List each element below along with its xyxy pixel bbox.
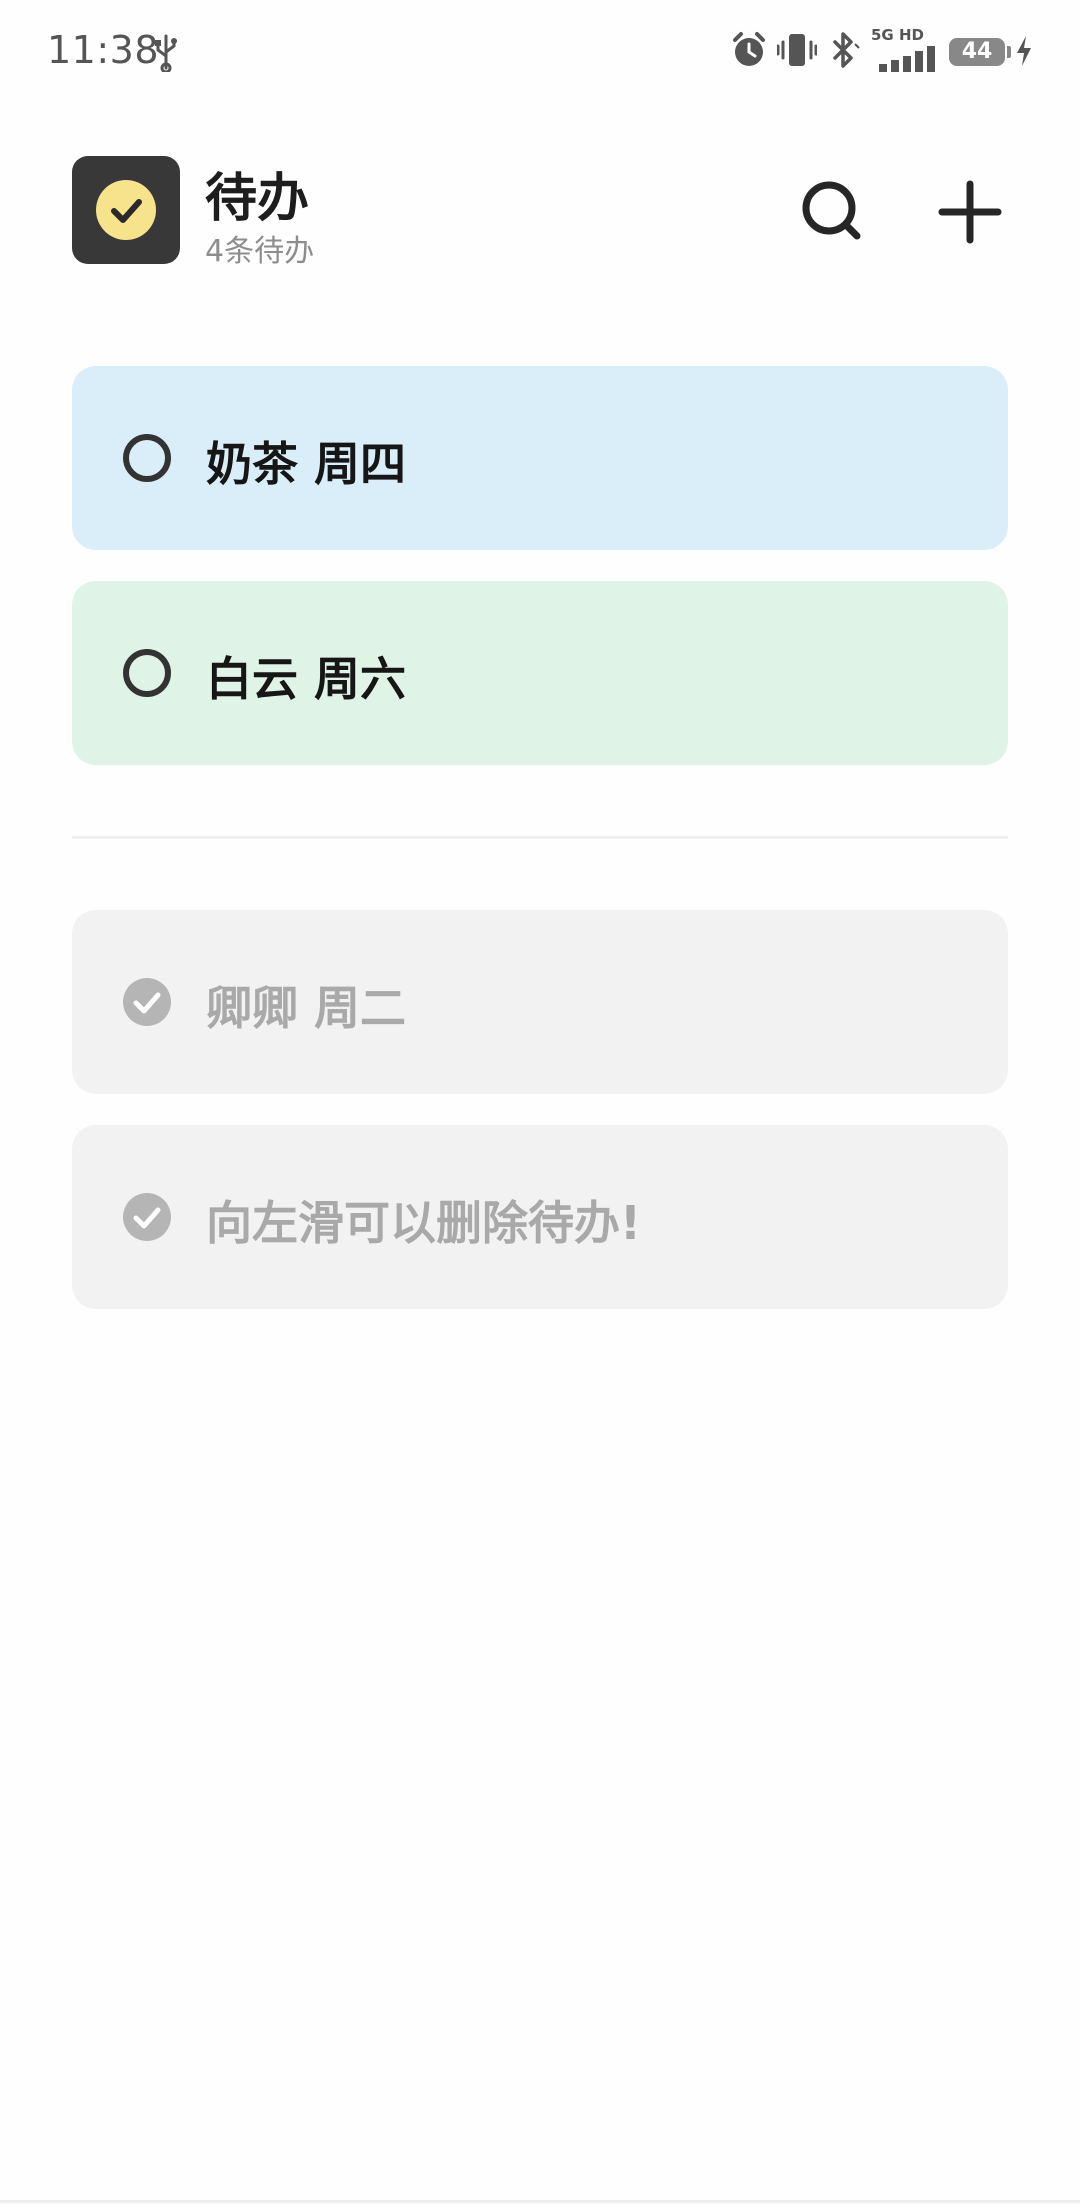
todo-item[interactable]: 奶茶 周四 (72, 366, 1008, 550)
status-bar: 11:38 5G HD 44 (0, 0, 1080, 100)
todo-count: 4条待办 (205, 234, 315, 269)
unchecked-circle-icon[interactable] (122, 648, 172, 698)
usb-icon (155, 34, 177, 72)
checked-circle-icon[interactable] (122, 977, 172, 1027)
plus-icon (938, 180, 1002, 244)
unchecked-circle-icon[interactable] (122, 433, 172, 483)
alarm-icon (733, 32, 765, 66)
section-divider (72, 836, 1008, 839)
todo-text: 白云 周六 (206, 652, 407, 706)
check-circle-icon (111, 199, 142, 223)
battery-icon: 44 (949, 38, 1011, 66)
signal-icon: 5G HD (871, 26, 937, 72)
search-icon (802, 181, 861, 240)
page-title: 待办 (205, 169, 310, 229)
pending-todo-list: 奶茶 周四 白云 周六 (72, 366, 1008, 796)
bluetooth-icon (833, 32, 860, 68)
charging-icon (1017, 36, 1031, 66)
vibrate-icon (777, 34, 817, 66)
todo-item-completed[interactable]: 卿卿 周二 (72, 910, 1008, 1094)
network-label: 5G HD (871, 26, 924, 44)
search-button[interactable] (793, 172, 873, 252)
todo-text: 向左滑可以删除待办! (206, 1196, 641, 1250)
todo-text: 卿卿 周二 (206, 981, 407, 1035)
todo-item[interactable]: 白云 周六 (72, 581, 1008, 765)
completed-todo-list: 卿卿 周二 向左滑可以删除待办! (72, 910, 1008, 1340)
add-button[interactable] (930, 172, 1010, 252)
status-time: 11:38 (47, 28, 160, 72)
todo-item-completed[interactable]: 向左滑可以删除待办! (72, 1125, 1008, 1309)
app-header: 待办 4条待办 (0, 150, 1080, 270)
bottom-edge (0, 2200, 1080, 2203)
checked-circle-icon[interactable] (122, 1192, 172, 1242)
app-logo (72, 156, 180, 264)
todo-text: 奶茶 周四 (206, 437, 407, 491)
